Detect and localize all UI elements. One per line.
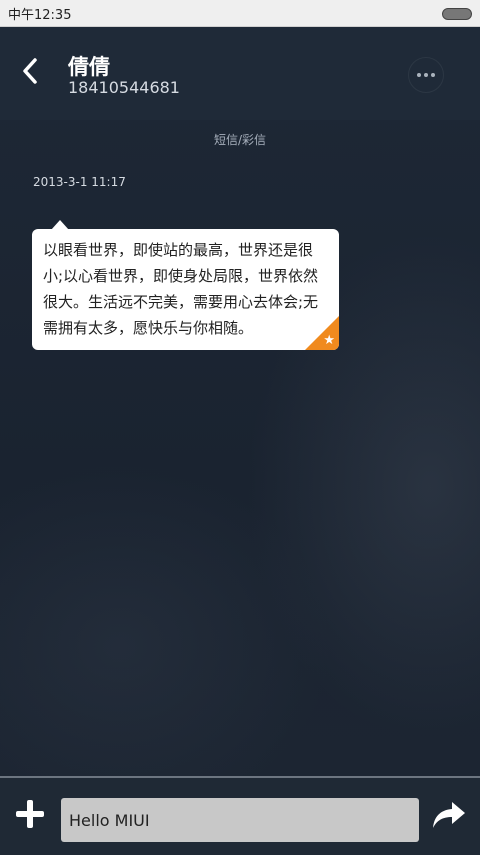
message-type-label: 短信/彩信 bbox=[213, 133, 267, 147]
conversation-header: 倩倩 18410544681 bbox=[0, 27, 480, 120]
composer-bar: Hello MIUI bbox=[0, 776, 480, 855]
contact-name: 倩倩 bbox=[68, 55, 110, 79]
message-input[interactable]: Hello MIUI bbox=[61, 798, 419, 842]
send-button[interactable] bbox=[432, 800, 466, 830]
message-text: 以眼看世界，即使站的最高，世界还是很小;以心看世界，即使身处局限，世界依然很大。… bbox=[43, 241, 319, 337]
add-attachment-button[interactable] bbox=[14, 798, 46, 830]
contact-number: 18410544681 bbox=[68, 78, 180, 97]
back-button[interactable] bbox=[10, 47, 50, 95]
message-timestamp: 2013-3-1 11:17 bbox=[33, 175, 126, 189]
message-bubble[interactable]: 以眼看世界，即使站的最高，世界还是很小;以心看世界，即使身处局限，世界依然很大。… bbox=[32, 229, 339, 350]
chevron-left-icon bbox=[23, 58, 37, 84]
star-icon: ★ bbox=[323, 333, 335, 348]
more-options-button[interactable] bbox=[408, 57, 444, 93]
more-dots-icon bbox=[417, 73, 421, 77]
status-bar: 中午12:35 bbox=[0, 0, 480, 27]
battery-icon bbox=[442, 8, 472, 20]
send-arrow-icon bbox=[433, 802, 465, 828]
status-time: 中午12:35 bbox=[8, 8, 72, 23]
